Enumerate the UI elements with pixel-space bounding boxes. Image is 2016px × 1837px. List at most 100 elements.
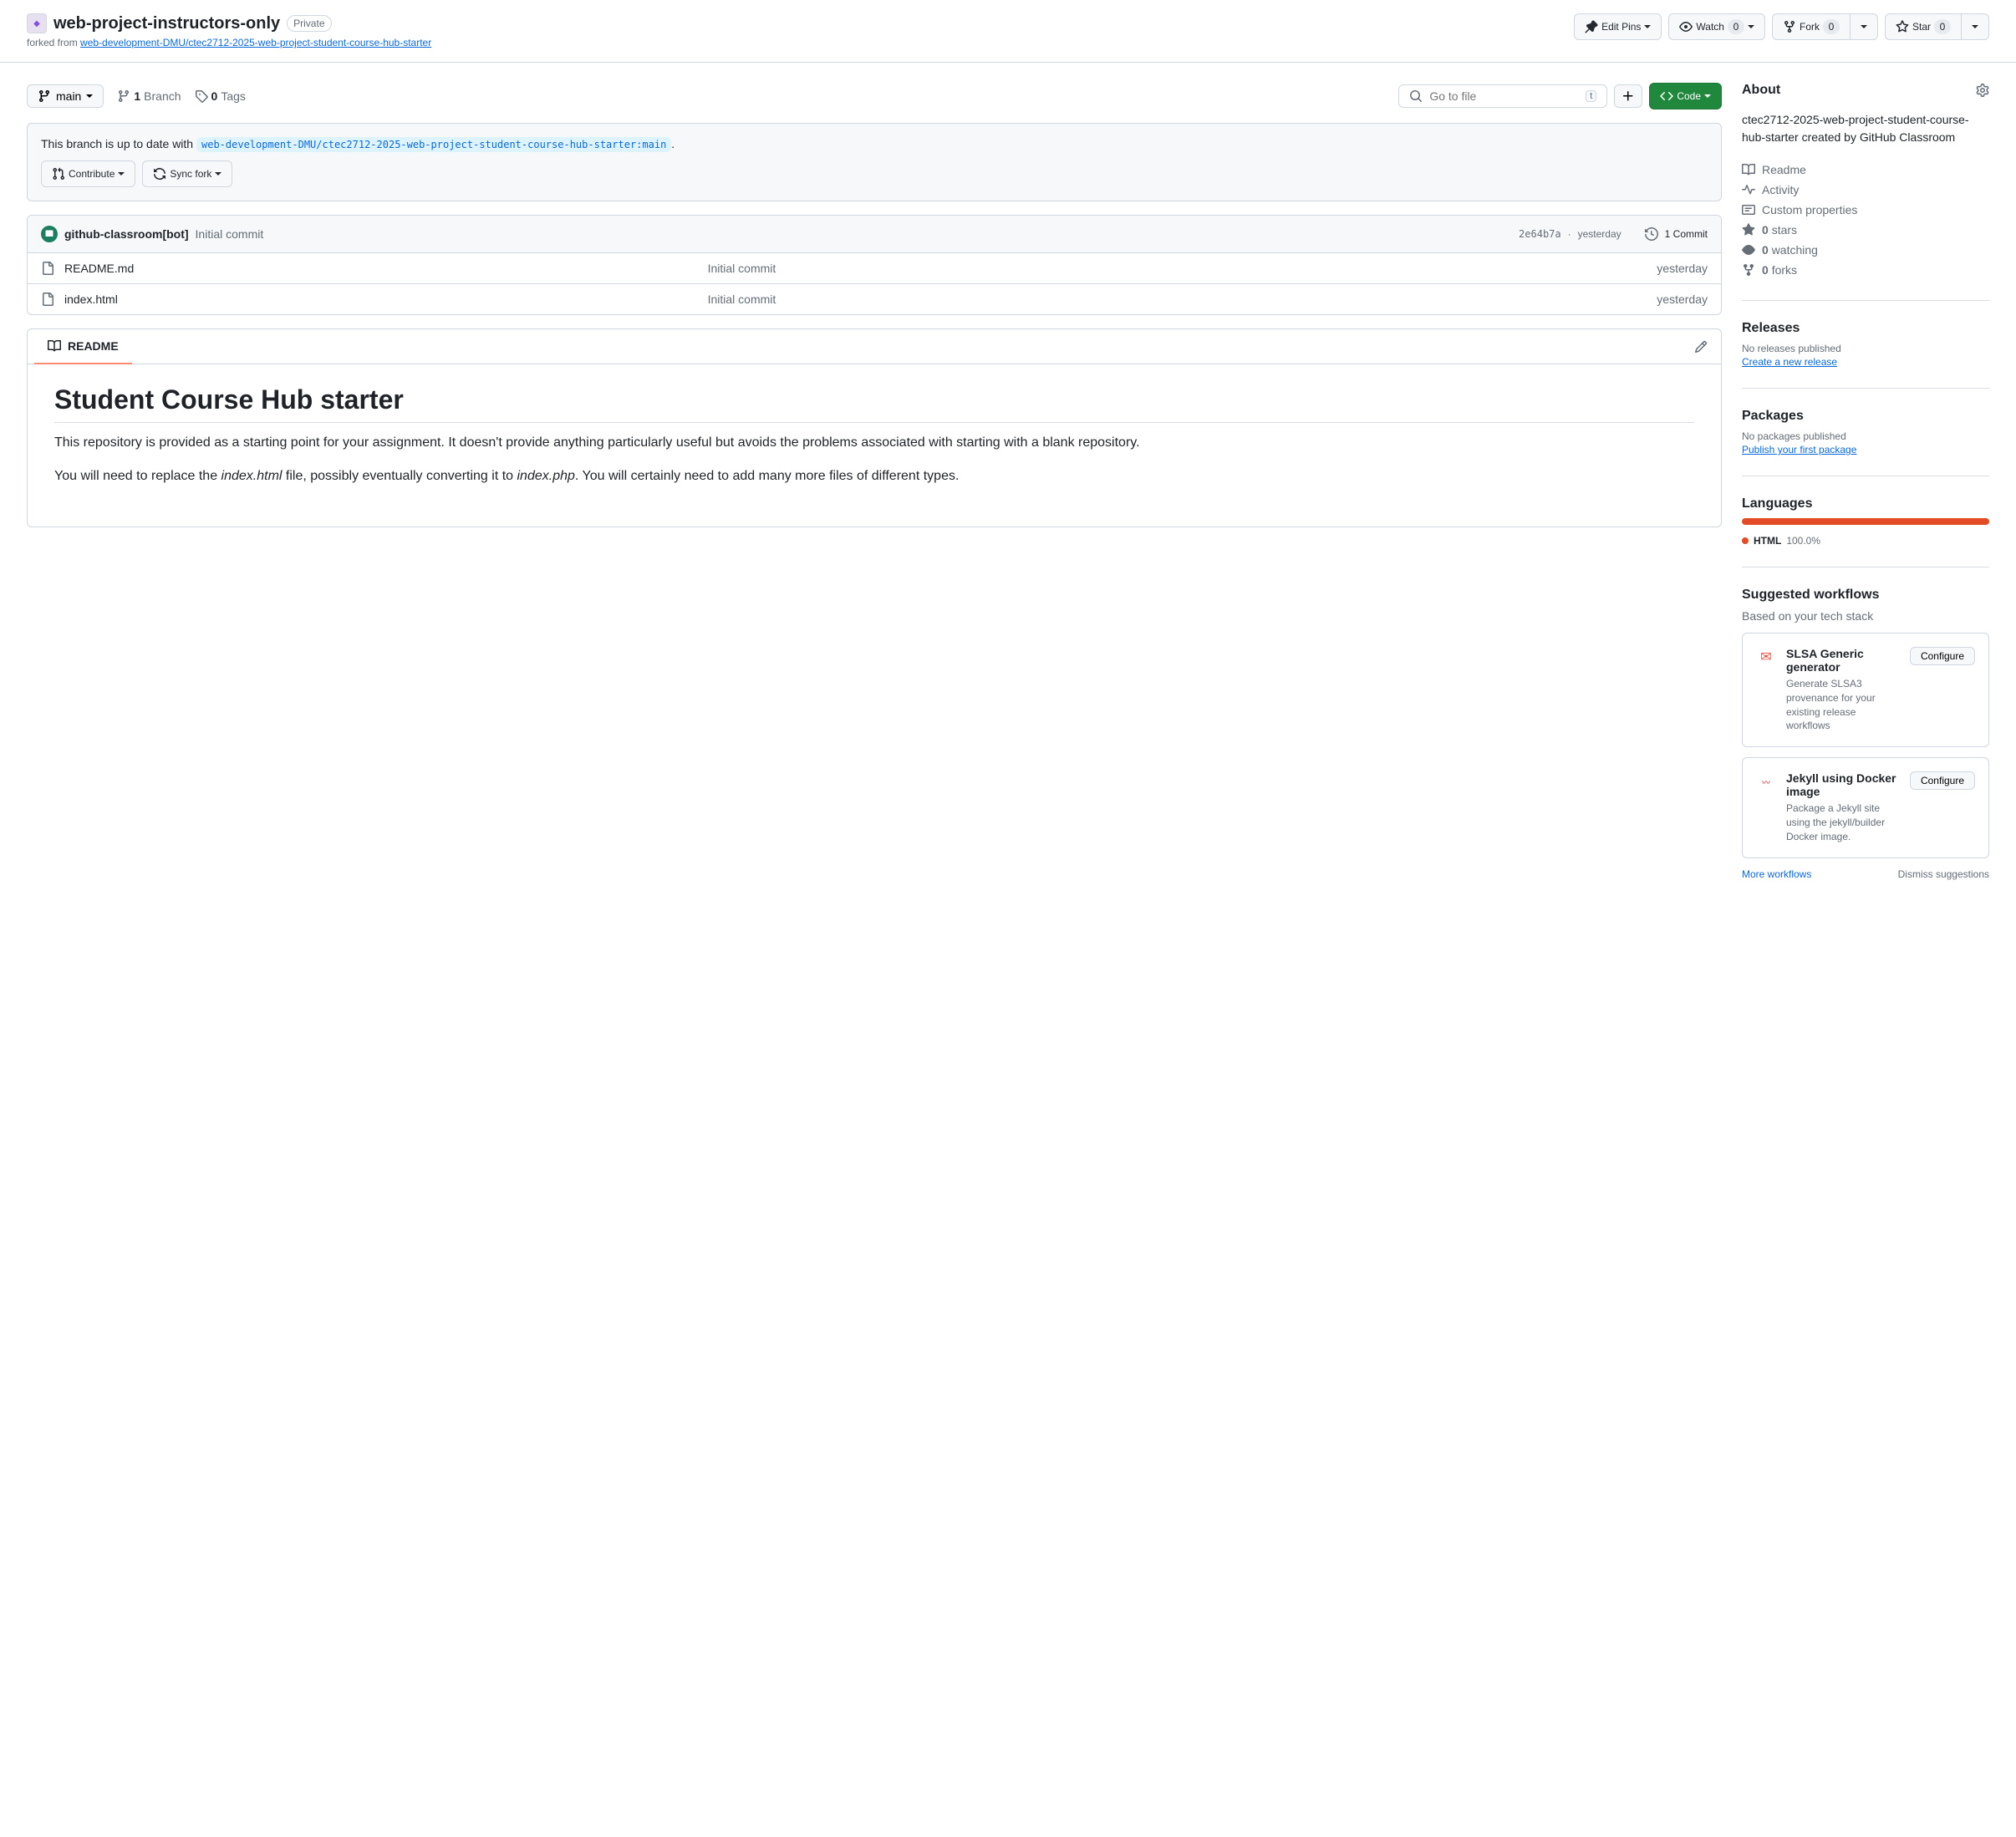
dismiss-suggestions-link[interactable]: Dismiss suggestions (1898, 868, 1989, 880)
language-bar (1742, 518, 1989, 525)
fork-icon (1742, 263, 1755, 277)
file-search[interactable]: t (1398, 84, 1607, 108)
star-icon (1896, 20, 1909, 33)
fork-button[interactable]: Fork 0 (1772, 13, 1851, 40)
caret-down-icon (1972, 25, 1978, 28)
history-icon (1645, 227, 1658, 241)
readme-p2: You will need to replace the index.html … (54, 466, 1694, 486)
branch-status-box: This branch is up to date with web-devel… (27, 123, 1722, 201)
jekyll-logo-icon: 〰 (1756, 771, 1776, 791)
releases-none: No releases published (1742, 343, 1989, 354)
readme-h1: Student Course Hub starter (54, 384, 1694, 423)
book-icon (1742, 163, 1755, 176)
custom-properties-link[interactable]: Custom properties (1742, 200, 1989, 220)
star-dropdown[interactable] (1962, 13, 1989, 40)
gear-icon (1976, 84, 1989, 97)
file-date: yesterday (1374, 293, 1708, 306)
file-icon (41, 293, 54, 306)
latest-commit-row[interactable]: github-classroom[bot] Initial commit 2e6… (28, 216, 1721, 253)
settings-button[interactable] (1976, 84, 1989, 97)
file-commit-msg[interactable]: Initial commit (708, 293, 1375, 306)
file-search-input[interactable] (1429, 89, 1586, 103)
commit-author[interactable]: github-classroom[bot] (64, 227, 189, 241)
repo-name[interactable]: web-project-instructors-only (53, 14, 280, 33)
languages-title: Languages (1742, 496, 1989, 511)
packages-title[interactable]: Packages (1742, 409, 1989, 424)
commit-avatar (41, 226, 58, 242)
stars-link[interactable]: 0 stars (1742, 220, 1989, 240)
tag-icon (195, 89, 208, 103)
commit-message[interactable]: Initial commit (196, 227, 264, 241)
pull-request-icon (52, 167, 65, 181)
file-name[interactable]: README.md (64, 262, 134, 275)
edit-pins-button[interactable]: Edit Pins (1574, 13, 1662, 40)
readme-tab[interactable]: README (34, 329, 132, 364)
code-button[interactable]: Code (1649, 83, 1722, 109)
search-shortcut: t (1586, 90, 1596, 102)
file-commit-msg[interactable]: Initial commit (708, 262, 1375, 275)
workflows-title: Suggested workflows (1742, 588, 1989, 603)
fork-dropdown[interactable] (1851, 13, 1878, 40)
caret-down-icon (1644, 25, 1651, 28)
readme-p1: This repository is provided as a startin… (54, 433, 1694, 453)
releases-title[interactable]: Releases (1742, 321, 1989, 336)
repo-avatar: ◆ (27, 13, 47, 33)
activity-link[interactable]: Activity (1742, 180, 1989, 200)
workflow-desc: Generate SLSA3 provenance for your exist… (1786, 677, 1900, 733)
create-release-link[interactable]: Create a new release (1742, 356, 1837, 368)
configure-button[interactable]: Configure (1910, 647, 1975, 665)
branch-icon (38, 89, 51, 103)
more-workflows-link[interactable]: More workflows (1742, 868, 1811, 880)
workflow-name[interactable]: Jekyll using Docker image (1786, 771, 1900, 798)
commit-count[interactable]: 1 Commit (1665, 228, 1708, 240)
note-icon (1742, 203, 1755, 216)
workflow-name[interactable]: SLSA Generic generator (1786, 647, 1900, 674)
add-file-button[interactable] (1614, 84, 1642, 108)
visibility-badge: Private (287, 15, 331, 32)
caret-down-icon (86, 94, 93, 98)
forked-from: forked from web-development-DMU/ctec2712… (27, 37, 1574, 48)
configure-button[interactable]: Configure (1910, 771, 1975, 790)
caret-down-icon (215, 172, 221, 176)
language-dot (1742, 537, 1749, 544)
publish-package-link[interactable]: Publish your first package (1742, 444, 1856, 455)
readme-content: Student Course Hub starter This reposito… (28, 364, 1721, 527)
branch-picker[interactable]: main (27, 84, 104, 108)
caret-down-icon (118, 172, 125, 176)
star-button[interactable]: Star 0 (1885, 13, 1962, 40)
about-title: About (1742, 83, 1780, 98)
workflows-subtitle: Based on your tech stack (1742, 609, 1989, 623)
tags-link[interactable]: 0 Tags (195, 89, 246, 103)
branches-link[interactable]: 1 Branch (117, 89, 181, 103)
branch-icon (117, 89, 130, 103)
book-icon (48, 339, 61, 353)
pulse-icon (1742, 183, 1755, 196)
sync-fork-button[interactable]: Sync fork (142, 160, 232, 187)
eye-icon (1742, 243, 1755, 257)
watch-button[interactable]: Watch 0 (1668, 13, 1765, 40)
watching-link[interactable]: 0 watching (1742, 240, 1989, 260)
forks-link[interactable]: 0 forks (1742, 260, 1989, 280)
contribute-button[interactable]: Contribute (41, 160, 135, 187)
forked-from-link[interactable]: web-development-DMU/ctec2712-2025-web-pr… (80, 37, 431, 48)
language-item[interactable]: HTML 100.0% (1742, 535, 1989, 547)
workflow-desc: Package a Jekyll site using the jekyll/b… (1786, 801, 1900, 843)
readme-link[interactable]: Readme (1742, 160, 1989, 180)
packages-none: No packages published (1742, 430, 1989, 442)
upstream-ref: web-development-DMU/ctec2712-2025-web-pr… (196, 137, 671, 152)
edit-readme-button[interactable] (1688, 333, 1714, 360)
fork-icon (1783, 20, 1796, 33)
workflow-card: ✉ SLSA Generic generator Generate SLSA3 … (1742, 633, 1989, 747)
sync-icon (153, 167, 166, 181)
eye-icon (1679, 20, 1693, 33)
caret-down-icon (1748, 25, 1754, 28)
file-row[interactable]: index.html Initial commit yesterday (28, 284, 1721, 314)
file-row[interactable]: README.md Initial commit yesterday (28, 253, 1721, 284)
commit-sha[interactable]: 2e64b7a (1519, 228, 1561, 240)
file-date: yesterday (1374, 262, 1708, 275)
file-name[interactable]: index.html (64, 293, 118, 306)
code-icon (1660, 89, 1673, 103)
commit-date: yesterday (1578, 228, 1621, 240)
pencil-icon (1694, 340, 1708, 354)
about-description: ctec2712-2025-web-project-student-course… (1742, 111, 1989, 146)
